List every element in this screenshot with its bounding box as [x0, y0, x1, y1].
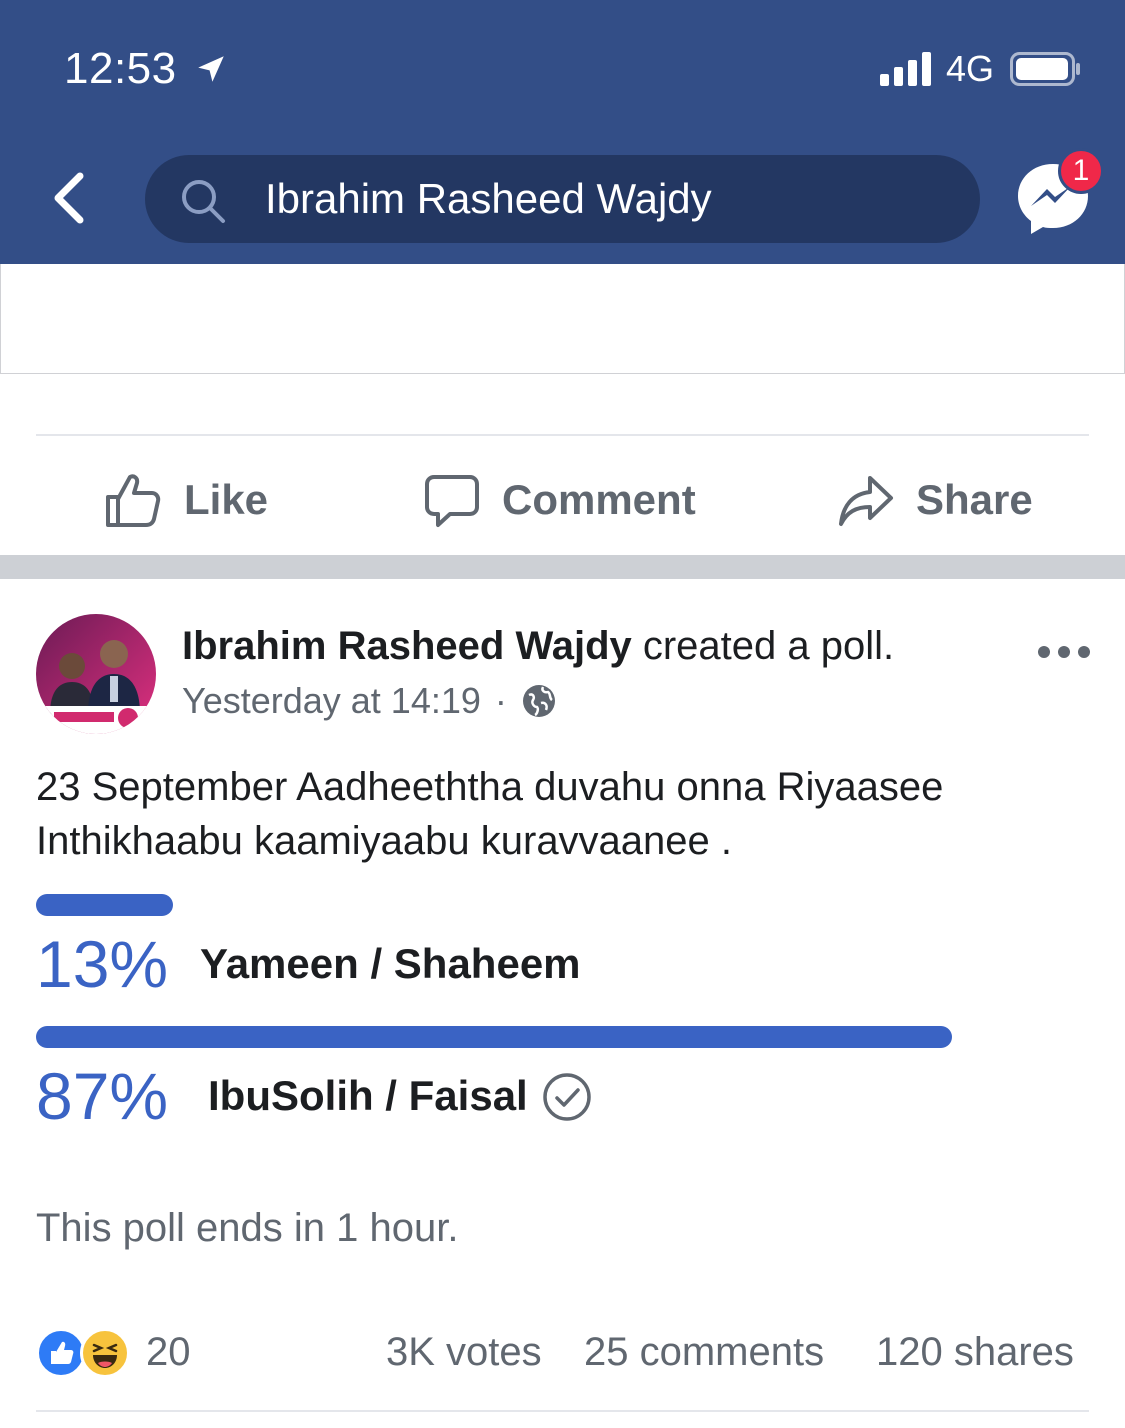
poll-ends-text: This poll ends in 1 hour.: [36, 1206, 459, 1250]
share-button[interactable]: Share: [838, 460, 1033, 540]
globe-icon: [522, 685, 555, 717]
messenger-badge: 1: [1058, 148, 1104, 194]
author-avatar[interactable]: [36, 614, 156, 734]
poll-option-bar-ibusolih: [36, 1026, 952, 1048]
network-type: 4G: [946, 48, 995, 89]
post-footer: 20 3K votes 25 comments 120 shares: [0, 1320, 1125, 1390]
comment-button[interactable]: Comment: [424, 460, 696, 540]
signal-bars-icon: [880, 52, 931, 86]
post-header: Ibrahim Rasheed Wajdy created a poll.: [182, 624, 894, 669]
thumbs-up-icon: [106, 474, 161, 527]
previous-post-card: [0, 264, 1125, 374]
comments-count[interactable]: 25 comments: [584, 1330, 824, 1375]
divider: [36, 434, 1089, 436]
comment-bubble-icon: [425, 475, 479, 527]
share-arrow-icon: [839, 476, 893, 526]
meta-dot: ·: [494, 680, 507, 721]
post-meta: Yesterday at 14:19 ·: [182, 680, 557, 722]
share-label: Share: [916, 476, 1033, 523]
feed-separator: [0, 555, 1125, 579]
reaction-count[interactable]: 20: [146, 1330, 191, 1375]
voted-check-icon: [543, 1073, 591, 1121]
search-icon: [182, 180, 225, 223]
avatar-photo: [36, 614, 156, 734]
poll-option-label-ibusolih[interactable]: IbuSolih / Faisal: [208, 1072, 528, 1120]
poll-option-label-yameen[interactable]: Yameen / Shaheem: [200, 940, 581, 988]
back-chevron-icon[interactable]: [46, 168, 96, 228]
battery-icon: [1010, 52, 1080, 86]
more-options-icon[interactable]: [1036, 640, 1092, 664]
status-time: 12:53: [64, 44, 177, 93]
poll-option-percent-ibusolih: 87%: [36, 1059, 169, 1133]
search-query[interactable]: Ibrahim Rasheed Wajdy: [265, 175, 712, 223]
shares-count[interactable]: 120 shares: [876, 1330, 1074, 1375]
post-action-text: created a poll.: [631, 624, 895, 668]
top-header: 12:53 4G Ibrahim Rasheed Wajdy 1: [0, 0, 1125, 264]
like-reaction-icon[interactable]: [36, 1328, 86, 1378]
post-action-bar: Like Comment Share: [0, 460, 1125, 540]
author-name[interactable]: Ibrahim Rasheed Wajdy: [182, 624, 632, 668]
divider: [36, 1410, 1089, 1412]
like-label: Like: [184, 476, 269, 523]
post-body-text: 23 September Aadheeththa duvahu onna Riy…: [36, 765, 944, 863]
poll-option-percent-yameen: 13%: [36, 927, 169, 1001]
post-timestamp[interactable]: Yesterday at 14:19: [182, 680, 481, 722]
location-arrow-icon: [198, 56, 224, 82]
votes-count[interactable]: 3K votes: [386, 1330, 542, 1375]
search-bar[interactable]: Ibrahim Rasheed Wajdy: [145, 155, 980, 243]
haha-reaction-icon[interactable]: [80, 1328, 130, 1378]
poll-option-bar-yameen: [36, 894, 173, 916]
like-button[interactable]: Like: [104, 460, 268, 540]
comment-label: Comment: [502, 476, 696, 523]
